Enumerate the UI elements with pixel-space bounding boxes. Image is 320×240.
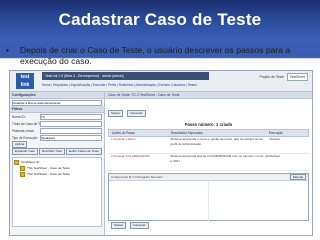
editor-toolbar[interactable]: Código-fonte B I U Parágrafo Tamanho Man… [109,174,308,181]
main-menu[interactable]: Home | Requisitos | Especificação | Exec… [42,82,212,88]
step-action: 1 Acessar o Menu [111,137,136,141]
test-case-icon [20,165,25,171]
table-row[interactable]: 2 Acessar COLABORADOR Sistema apresenta … [108,154,309,171]
cancel-button[interactable]: Cancelar [127,110,146,117]
apply-row: Aplicar [10,141,104,148]
main-panel: Caso de Teste: TC-2 TestSheet - Caso de … [105,92,312,235]
step-action: 2 Acessar COLABORADOR [111,154,150,158]
cancel-button[interactable]: Cancelar [130,222,149,229]
settings-select[interactable]: Atualizar a árvore automaticamente [12,99,102,106]
editor-toolbar-label: Código-fonte B I U Parágrafo Tamanho [111,175,163,179]
breadcrumb: Caso de Teste: TC-2 TestSheet - Caso de … [105,92,312,99]
testlink-logo: test link [16,73,34,89]
test-tree: TestSheet (4) TS1 TestSheet - Caso de Te… [12,157,102,227]
app-header: test link TestLink 1.9 (Beta 4 - Develop… [10,71,312,92]
step-exec: Manual [269,154,280,158]
testlink-screenshot: test link TestLink 1.9 (Beta 4 - Develop… [9,70,313,236]
test-case-icon [20,171,25,177]
filter-row: Tipo de Execução [Qualquer] [10,134,104,141]
project-selector[interactable]: Projeto de Teste TestSheet [260,73,308,81]
step-expected: Sistema apresenta tela de COLABORADOR co… [170,154,270,163]
filter-input[interactable]: TS [40,113,102,120]
filter-input[interactable] [40,120,102,127]
expected-editor[interactable] [209,181,308,221]
apply-button[interactable]: Aplicar [12,141,28,148]
show-cases-button[interactable]: Exibir Casos de Teste [66,148,102,155]
filter-label: Palavras-chave [12,128,34,133]
column-header: Resultados Esperados [170,131,203,135]
bottom-buttons: Salvar Cancelar [111,213,149,231]
left-panel: Configurações Atualizar a árvore automat… [10,92,105,235]
project-label: Projeto de Teste [259,75,284,79]
filter-label: Tipo de Execução [12,135,38,140]
tree-buttons: Expandir Tudo Recolher Tudo Exibir Casos… [10,148,104,155]
slide-title: Cadastrar Caso de Teste [58,10,262,29]
tree-item[interactable]: TS2 TestSheet - Caso de Teste [14,171,100,177]
step-expected: Sistema apresenta o menu e opção de menu… [170,137,263,146]
top-buttons: Salvar Cancelar [105,99,312,121]
filter-label: Nome ID: [12,114,26,119]
project-select[interactable]: TestSheet [286,73,308,81]
settings-row: Atualizar a árvore automaticamente [10,99,104,106]
exec-select[interactable]: Manual [289,174,306,180]
filter-label: Título do Caso de Teste [12,121,40,126]
bullet-item: • Depois de criar o Caso de Teste, o usu… [6,45,314,67]
save-button[interactable]: Salvar [108,110,123,117]
grid-header: Ações do Passo Resultados Esperados Exec… [108,129,309,137]
settings-title: Configurações [10,92,104,99]
expand-all-button[interactable]: Expandir Tudo [12,148,38,155]
bullet-marker: • [6,45,10,55]
filter-select[interactable]: [Qualquer] [40,134,102,141]
bullet-text: Depois de criar o Caso de Teste, o usuár… [20,45,291,66]
header-title-bar: TestLink 1.9 (Beta 4 - Development) · ad… [42,72,209,80]
filter-row: Nome ID: TS [10,113,104,120]
collapse-all-button[interactable]: Recolher Tudo [38,148,66,155]
filter-input[interactable] [40,127,102,134]
column-header: Execução [268,131,283,135]
filter-row: Palavras-chave [10,127,104,134]
table-row[interactable]: 1 Acessar o Menu Sistema apresenta o men… [108,137,309,154]
step-exec: Manual [269,137,280,141]
step-title: Passo número: 2 criado [184,122,233,127]
steps-grid: Ações do Passo Resultados Esperados Exec… [105,129,312,171]
column-header: Ações do Passo [112,131,136,135]
filters-title: Filtros [10,106,104,113]
filter-row: Título do Caso de Teste [10,120,104,127]
save-button[interactable]: Salvar [111,222,126,229]
folder-icon [14,159,19,165]
